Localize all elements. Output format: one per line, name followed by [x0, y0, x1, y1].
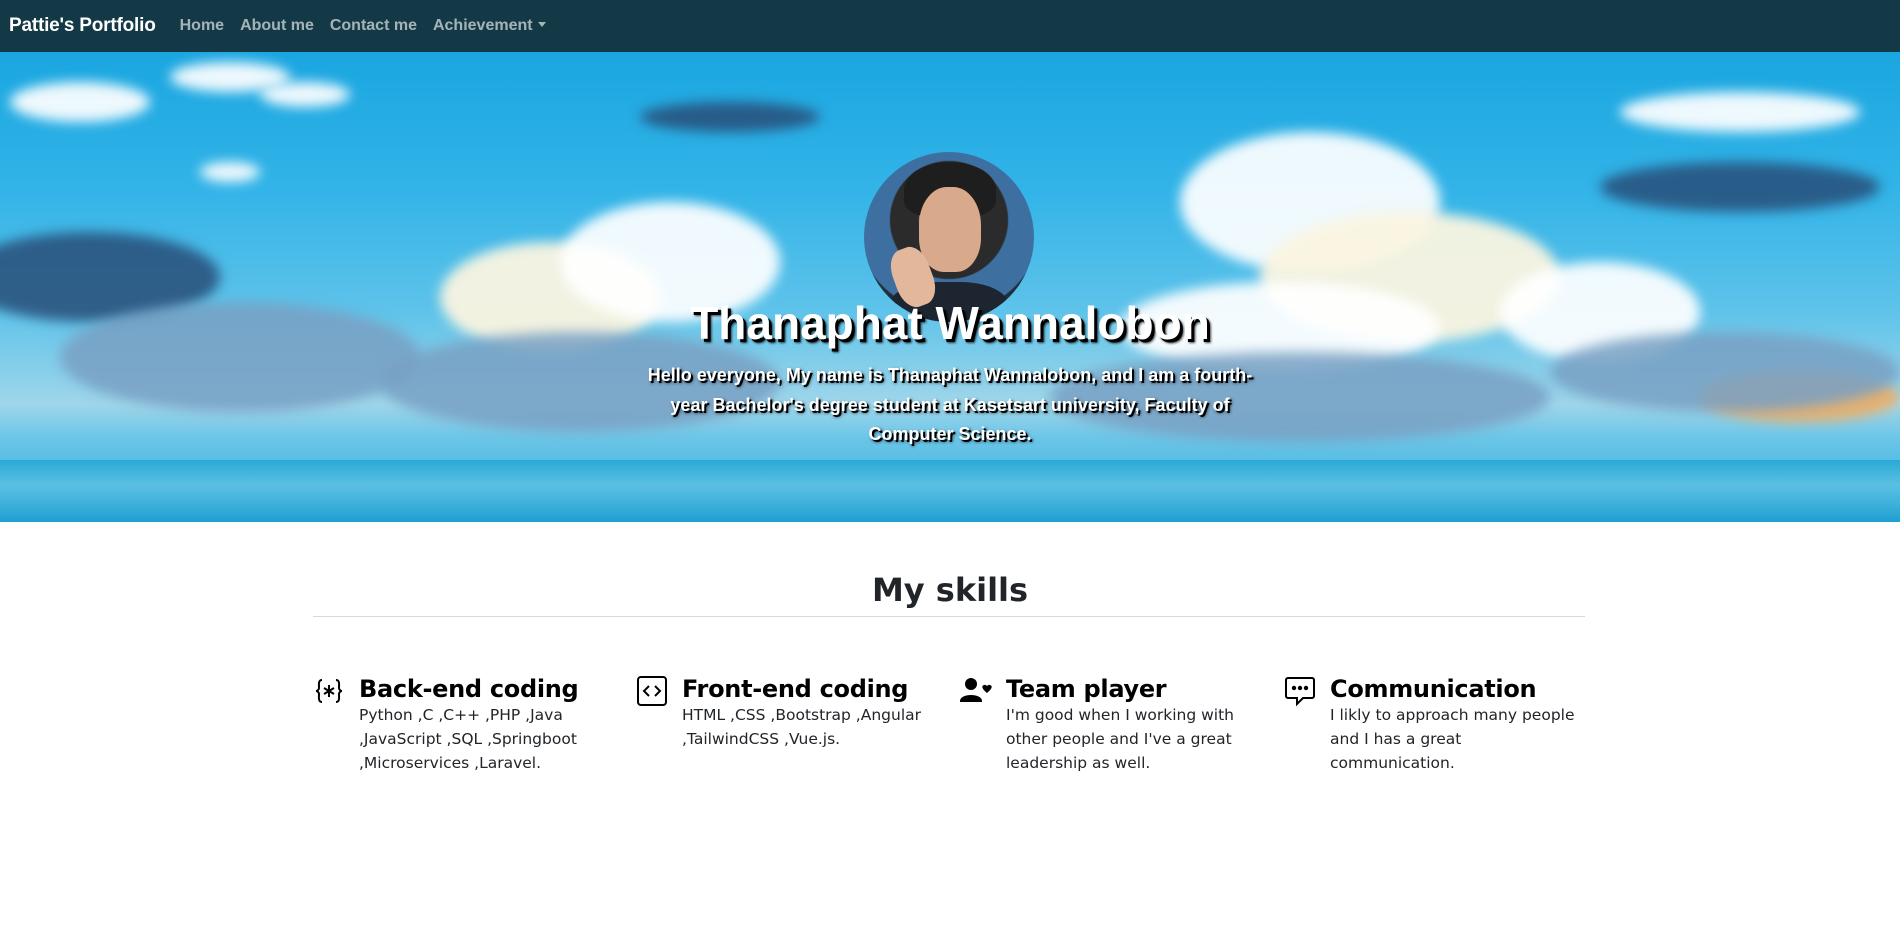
- skills-divider: [313, 616, 1585, 617]
- navbar-brand[interactable]: Pattie's Portfolio: [9, 15, 156, 37]
- hero-intro: Hello everyone, My name is Thanaphat Wan…: [647, 365, 1253, 444]
- nav-link-contact[interactable]: Contact me: [330, 17, 417, 35]
- nav-dropdown-achievement[interactable]: Achievement: [433, 17, 546, 35]
- sea-horizon: [0, 460, 1900, 522]
- person-heart-icon: [960, 675, 992, 707]
- navbar: Pattie's Portfolio Home About me Contact…: [0, 0, 1900, 52]
- skills-heading: My skills: [871, 571, 1029, 609]
- cloud-decoration: [10, 82, 150, 122]
- cloud-decoration: [640, 102, 820, 132]
- skill-description: HTML ,CSS ,Bootstrap ,Angular ,TailwindC…: [682, 706, 922, 748]
- hero-name: Thanaphat Wannalobon: [690, 297, 1210, 349]
- hero-banner: [0, 52, 1900, 522]
- skill-description: I'm good when I working with other peopl…: [1006, 706, 1235, 772]
- skill-title: Front-end coding: [682, 675, 909, 703]
- skill-description: I likly to approach many people and I ha…: [1330, 706, 1575, 772]
- cloud-decoration: [200, 162, 260, 182]
- chat-dots-icon: [1284, 675, 1316, 707]
- cloud-decoration: [260, 82, 350, 107]
- skill-title: Communication: [1330, 675, 1537, 703]
- skill-title: Back-end coding: [359, 675, 579, 703]
- code-square-icon: [636, 675, 668, 707]
- cloud-decoration: [1620, 92, 1860, 132]
- skill-description: Python ,C ,C++ ,PHP ,Java ,JavaScript ,S…: [359, 706, 577, 772]
- braces-asterisk-icon: [313, 675, 345, 707]
- skill-title: Team player: [1006, 675, 1167, 703]
- nav-link-about[interactable]: About me: [240, 17, 314, 35]
- nav-link-home[interactable]: Home: [180, 17, 224, 35]
- cloud-decoration: [1600, 162, 1880, 212]
